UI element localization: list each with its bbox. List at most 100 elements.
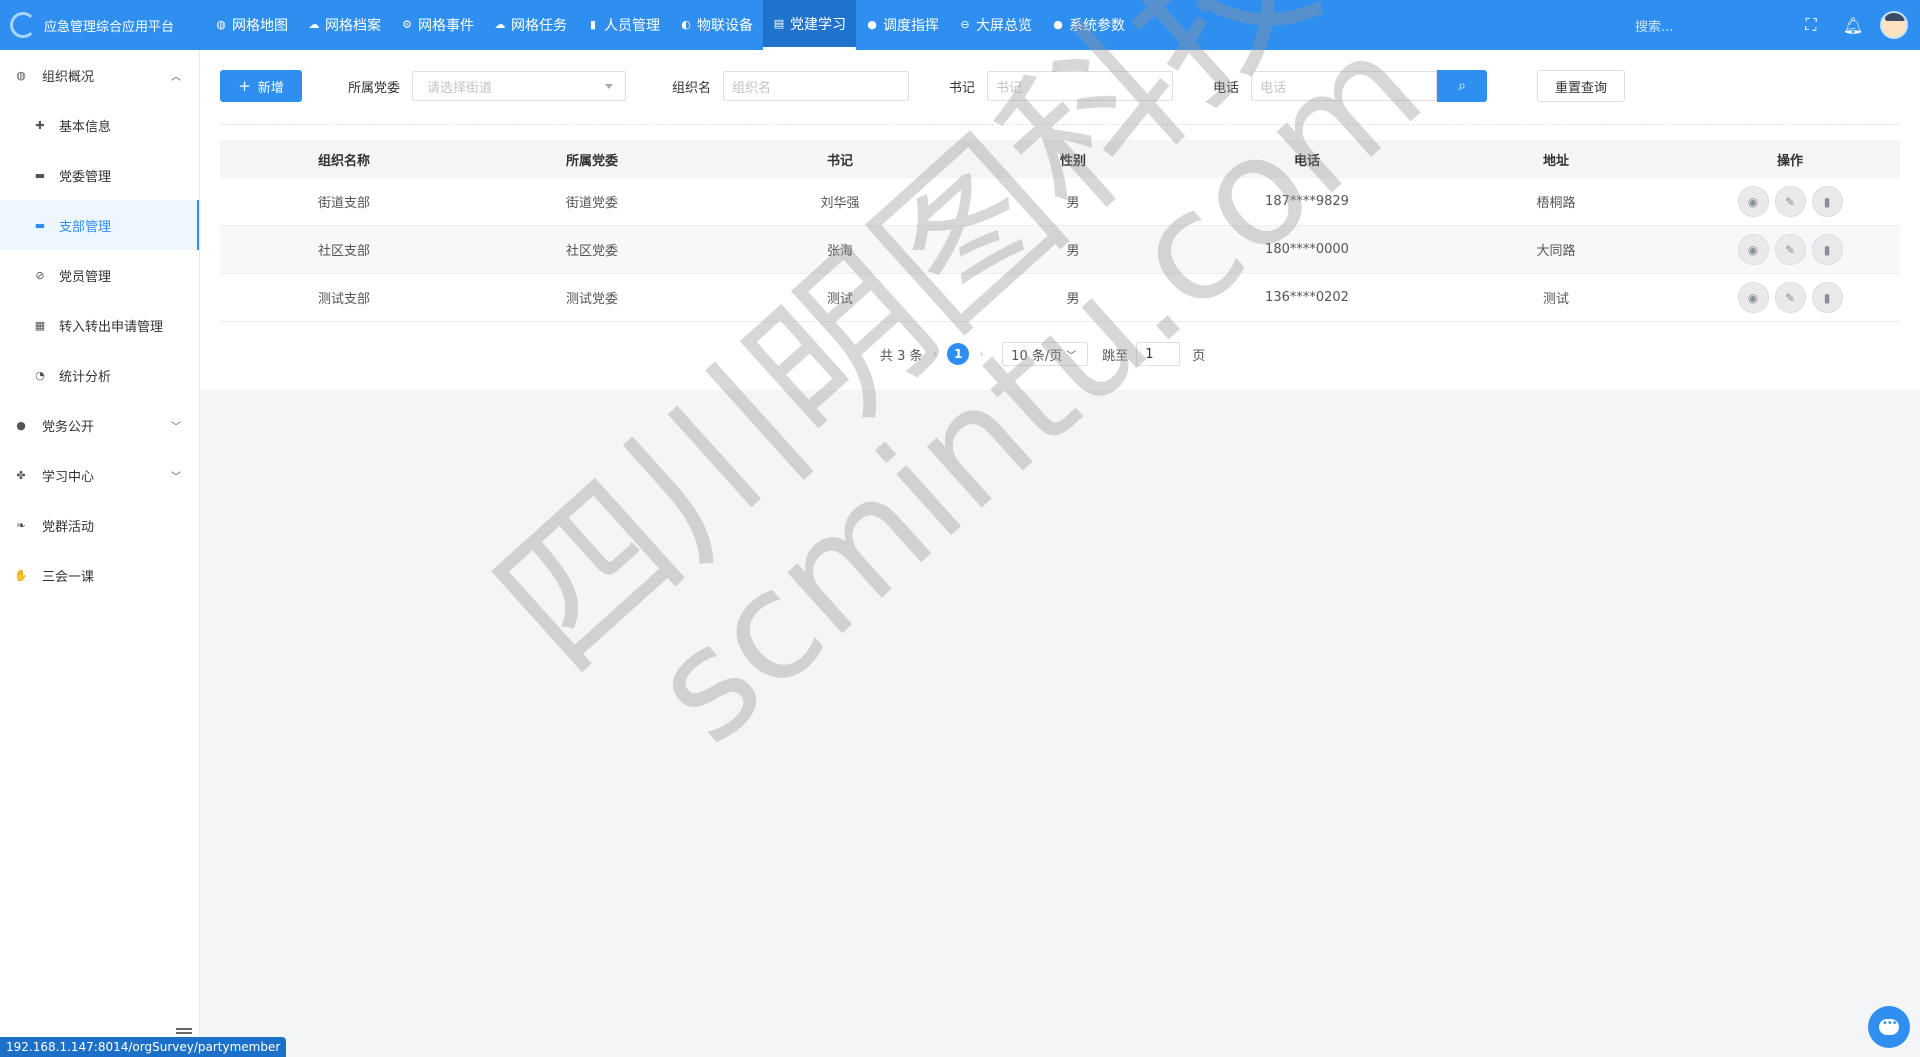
column-header: 地址	[1542, 153, 1569, 169]
bell-icon[interactable]: 🔔︎	[1832, 16, 1874, 35]
chat-button[interactable]	[1868, 1006, 1910, 1048]
chat-bubble-icon	[1879, 1018, 1899, 1035]
globe-icon: ◍	[216, 18, 226, 31]
ball-icon: ◐	[681, 18, 691, 31]
avatar[interactable]	[1880, 11, 1908, 39]
view-icon[interactable]: ◉	[1737, 186, 1769, 217]
cell-actions: ◉ ✎ ▮	[1680, 282, 1900, 313]
org-name-label: 组织名	[672, 80, 712, 96]
app-logo-icon	[10, 12, 36, 38]
cell-address: 梧桐路	[1536, 196, 1576, 211]
status-bar-url: 192.168.1.147:8014/orgSurvey/partymember	[0, 1037, 287, 1057]
thumb-icon: ✋	[14, 568, 28, 582]
app-title: 应急管理综合应用平台	[44, 19, 175, 35]
puzzle-icon: ✚	[35, 118, 45, 132]
brand[interactable]: 应急管理综合应用平台	[0, 0, 205, 50]
edit-icon[interactable]: ✎	[1774, 186, 1806, 217]
sidebar-item-committee-management[interactable]: ▬ 党委管理	[0, 150, 199, 200]
sidebar-item-basic-info[interactable]: ✚ 基本信息	[0, 100, 199, 150]
nav-item-system-params[interactable]: ● 系统参数	[1042, 0, 1135, 50]
add-button[interactable]: + 新增	[220, 70, 302, 102]
table-row[interactable]: 街道支部 街道党委 刘华强 男 187****9829 梧桐路 ◉ ✎ ▮	[220, 178, 1900, 226]
search-button[interactable]: ⌕	[1437, 70, 1488, 102]
pager-page-button[interactable]: 1	[947, 343, 970, 365]
gear-icon: ⚙	[402, 18, 412, 31]
nav-item-grid-archive[interactable]: ☁ 网格档案	[298, 0, 391, 50]
nav-item-grid-map[interactable]: ◍ 网格地图	[205, 0, 298, 50]
sidebar-item-transfer-management[interactable]: ▦ 转入转出申请管理	[0, 300, 199, 350]
cell-org-name: 街道支部	[317, 196, 370, 211]
chevron-left-icon[interactable]: ‹	[933, 347, 938, 361]
sidebar-group-party-affairs[interactable]: ● 党务公开 ﹀	[0, 400, 199, 450]
cell-gender: 男	[1066, 196, 1080, 211]
card-icon: ▬	[34, 218, 46, 232]
secretary-label: 书记	[949, 80, 976, 96]
page-size-select[interactable]: 10 条/页 ﹀	[1002, 342, 1089, 366]
main-panel: + 新增 所属党委 请选择街道 组织名 组织名 书记 书记 电话 电话 ⌕ 重置…	[200, 50, 1920, 390]
sidebar-item-member-management[interactable]: ⊘ 党员管理	[0, 250, 199, 300]
nav-item-grid-events[interactable]: ⚙ 网格事件	[391, 0, 484, 50]
globe-icon: ◍	[16, 68, 26, 82]
goto-page-input[interactable]: 1	[1136, 342, 1181, 366]
org-name-input[interactable]: 组织名	[723, 71, 910, 101]
cell-phone: 180****0000	[1265, 242, 1349, 257]
header-search-input[interactable]: 搜索...	[1620, 10, 1790, 40]
cell-secretary: 张海	[826, 244, 853, 259]
phone-input[interactable]: 电话	[1251, 71, 1438, 101]
party-committee-select[interactable]: 请选择街道	[412, 71, 627, 101]
nav-item-iot-devices[interactable]: ◐ 物联设备	[670, 0, 763, 50]
nav-item-dispatch[interactable]: ● 调度指挥	[856, 0, 949, 50]
sidebar-item-statistics[interactable]: ◔ 统计分析	[0, 350, 199, 400]
chevron-down-icon: ﹀	[171, 471, 181, 483]
cell-org-name: 测试支部	[317, 292, 370, 307]
secretary-input[interactable]: 书记	[987, 71, 1174, 101]
cell-actions: ◉ ✎ ▮	[1680, 186, 1900, 217]
sidebar-group-org-overview[interactable]: ◍ 组织概况 ︿	[0, 50, 199, 100]
table-header: 组织名称 所属党委 书记 性别 电话 地址 操作	[220, 140, 1900, 178]
delete-icon[interactable]: ▮	[1811, 234, 1843, 265]
view-icon[interactable]: ◉	[1737, 234, 1769, 265]
search-icon: ⌕	[1458, 78, 1466, 94]
file-icon: ▮	[589, 18, 597, 31]
phone-label: 电话	[1213, 80, 1240, 96]
view-icon[interactable]: ◉	[1737, 282, 1769, 313]
edit-icon[interactable]: ✎	[1774, 234, 1806, 265]
main-nav: ◍ 网格地图 ☁ 网格档案 ⚙ 网格事件 ☁ 网格任务 ▮ 人员管理 ◐ 物联设备 ▤ 党建学…	[205, 0, 1135, 50]
cell-address: 大同路	[1536, 244, 1576, 259]
cell-actions: ◉ ✎ ▮	[1680, 234, 1900, 265]
sidebar-group-learning-center[interactable]: ✤ 学习中心 ﹀	[0, 450, 199, 500]
sidebar-item-branch-management[interactable]: ▬ 支部管理	[0, 200, 199, 250]
cloud-icon: ☁	[494, 18, 506, 31]
chevron-right-icon[interactable]: ›	[979, 347, 984, 361]
collapse-menu-icon[interactable]	[176, 1028, 192, 1030]
pie-icon: ◔	[35, 368, 45, 382]
sidebar-group-three-meetings[interactable]: ✋ 三会一课	[0, 550, 199, 600]
nav-item-big-screen[interactable]: ⊖ 大屏总览	[949, 0, 1042, 50]
column-header: 性别	[1059, 153, 1086, 169]
delete-icon[interactable]: ▮	[1811, 282, 1843, 313]
fullscreen-icon[interactable]: ⛶	[1790, 15, 1832, 35]
chevron-down-icon: ﹀	[171, 421, 181, 433]
sidebar-group-mass-activities[interactable]: ❧ 党群活动	[0, 500, 199, 550]
cell-gender: 男	[1066, 292, 1080, 307]
reset-query-button[interactable]: 重置查询	[1537, 70, 1626, 102]
filter-toolbar: + 新增 所属党委 请选择街道 组织名 组织名 书记 书记 电话 电话 ⌕ 重置…	[220, 70, 1626, 102]
dot-icon: ●	[867, 18, 877, 31]
minus-circle-icon: ⊖	[960, 18, 970, 31]
leaf-icon: ❧	[16, 518, 26, 532]
nav-item-party-learning[interactable]: ▤ 党建学习	[763, 0, 856, 50]
plus-icon: +	[238, 77, 251, 95]
table-row[interactable]: 社区支部 社区党委 张海 男 180****0000 大同路 ◉ ✎ ▮	[220, 226, 1900, 274]
column-header: 操作	[1776, 153, 1803, 169]
edit-icon[interactable]: ✎	[1774, 282, 1806, 313]
chevron-down-icon: ﹀	[1066, 350, 1077, 362]
column-header: 电话	[1293, 153, 1320, 169]
cell-secretary: 刘华强	[820, 196, 860, 211]
cell-gender: 男	[1066, 244, 1080, 259]
cell-party-committee: 测试党委	[565, 292, 618, 307]
delete-icon[interactable]: ▮	[1811, 186, 1843, 217]
nav-item-grid-tasks[interactable]: ☁ 网格任务	[484, 0, 577, 50]
table-row[interactable]: 测试支部 测试党委 测试 男 136****0202 测试 ◉ ✎ ▮	[220, 274, 1900, 322]
nav-item-personnel[interactable]: ▮ 人员管理	[577, 0, 670, 50]
cell-phone: 187****9829	[1265, 194, 1349, 209]
